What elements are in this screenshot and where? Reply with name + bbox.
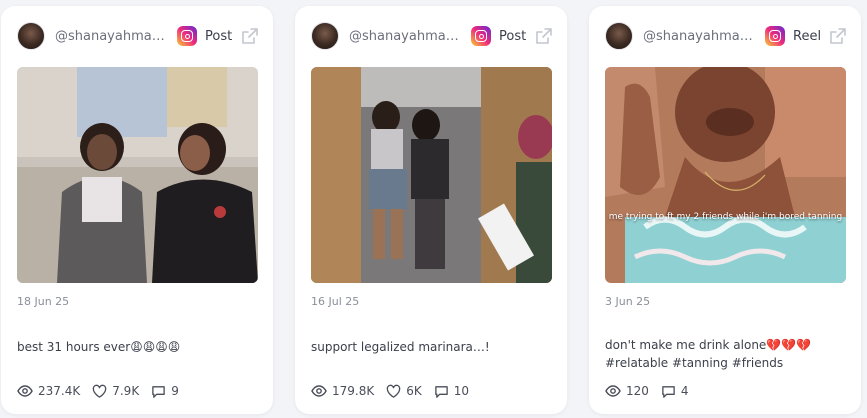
- comments-stat: 4: [661, 384, 689, 399]
- views-count: 179.8K: [332, 384, 375, 398]
- post-stats: 179.8K 6K 10: [311, 383, 551, 399]
- reel-overlay-text: me trying to ft my 2 friends while i'm b…: [608, 212, 843, 222]
- avatar[interactable]: [605, 22, 633, 50]
- views-stat: 179.8K: [311, 383, 374, 399]
- instagram-icon: [765, 26, 785, 46]
- comments-count: 9: [171, 384, 179, 398]
- reel-thumbnail[interactable]: me trying to ft my 2 friends while i'm b…: [605, 67, 846, 283]
- eye-icon: [605, 385, 621, 397]
- comments-stat: 9: [151, 384, 179, 399]
- username[interactable]: @shanayahmari...: [55, 29, 167, 44]
- post-type-label: Post: [499, 28, 527, 44]
- posts-grid: @shanayahmari... Post 18 Jun 25 best 31 …: [0, 0, 867, 418]
- comments-stat: 10: [434, 384, 469, 399]
- eye-icon: [17, 385, 33, 397]
- external-link-icon[interactable]: [829, 27, 847, 45]
- avatar[interactable]: [311, 22, 339, 50]
- post-date: 16 Jul 25: [311, 295, 360, 308]
- post-type-label: Reel: [793, 28, 822, 44]
- comments-count: 4: [680, 384, 689, 398]
- likes-stat: 6K: [386, 384, 422, 399]
- comment-icon: [434, 385, 448, 398]
- comments-count: 10: [453, 384, 470, 398]
- post-image[interactable]: [311, 67, 552, 283]
- views-stat: 120: [605, 383, 649, 399]
- views-stat: 237.4K: [17, 383, 80, 399]
- likes-count: 6K: [406, 384, 422, 398]
- post-header: @shanayahmari... Reel: [605, 22, 847, 50]
- post-card[interactable]: @shanayahmari... Post: [1, 6, 273, 414]
- external-link-icon[interactable]: [241, 27, 259, 45]
- post-date: 3 Jun 25: [605, 295, 651, 308]
- username[interactable]: @shanayahmari...: [643, 29, 755, 44]
- likes-count: 7.9K: [112, 384, 140, 398]
- post-header: @shanayahmari... Post: [17, 22, 259, 50]
- username[interactable]: @shanayahmari...: [349, 29, 461, 44]
- external-link-icon[interactable]: [535, 27, 553, 45]
- post-header: @shanayahmari... Post: [311, 22, 553, 50]
- post-caption: don't make me drink alone💔💔💔 #relatable …: [605, 338, 812, 370]
- post-type-label: Post: [205, 28, 233, 44]
- post-stats: 120 4: [605, 383, 845, 399]
- likes-stat: 7.9K: [92, 384, 139, 399]
- heart-icon: [386, 384, 401, 398]
- post-caption: best 31 hours ever😩😩😩😩: [17, 340, 181, 354]
- post-image[interactable]: [17, 67, 258, 283]
- comment-icon: [152, 385, 165, 398]
- views-count: 120: [626, 384, 649, 398]
- post-card[interactable]: @shanayahmari... Post: [295, 6, 567, 414]
- post-date: 18 Jun 25: [17, 295, 70, 308]
- views-count: 237.4K: [38, 384, 81, 398]
- comment-icon: [662, 385, 675, 398]
- heart-icon: [92, 384, 107, 398]
- instagram-icon: [177, 26, 197, 46]
- reel-card[interactable]: @shanayahmari... Reel me trying to ft my…: [589, 6, 861, 414]
- post-stats: 237.4K 7.9K 9: [17, 383, 257, 399]
- eye-icon: [311, 385, 327, 397]
- post-caption: support legalized marinara…!: [311, 340, 490, 354]
- instagram-icon: [471, 26, 491, 46]
- avatar[interactable]: [17, 22, 45, 50]
